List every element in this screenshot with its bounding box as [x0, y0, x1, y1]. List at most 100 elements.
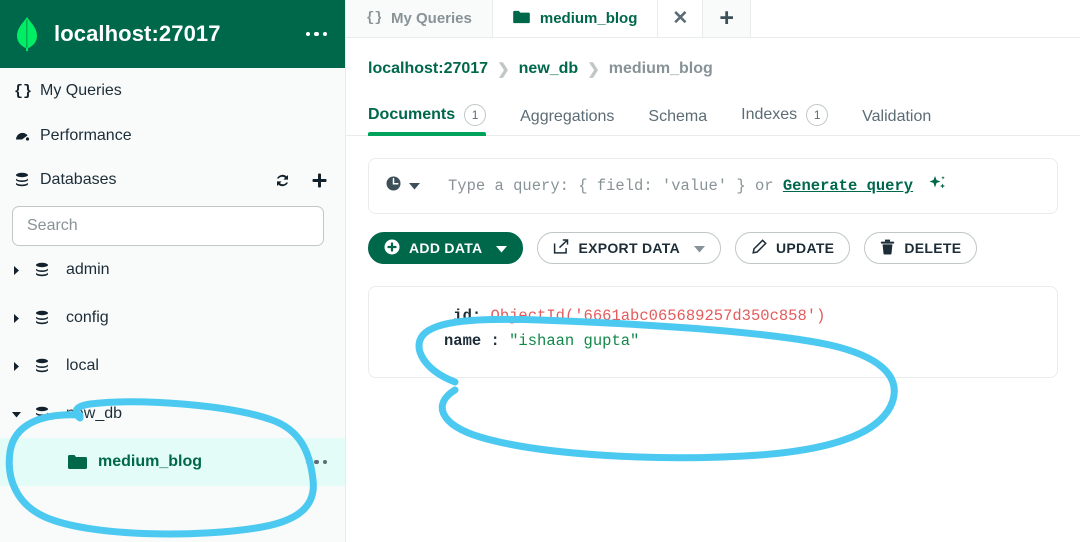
breadcrumb-item-connection[interactable]: localhost:27017 — [368, 60, 488, 78]
chevron-down-icon — [409, 177, 420, 195]
tab-indexes[interactable]: Indexes 1 — [741, 104, 848, 135]
sidebar-database-new-db[interactable]: new_db — [0, 390, 345, 438]
svg-text:{}: {} — [366, 10, 381, 24]
database-icon — [34, 406, 66, 422]
export-icon — [553, 238, 569, 258]
database-label: admin — [66, 261, 110, 278]
new-tab-plus-icon[interactable]: + — [703, 0, 751, 37]
tab-label: Aggregations — [520, 108, 615, 125]
query-placeholder-text: Type a query: { field: 'value' } or — [448, 177, 783, 195]
tab-label: Validation — [862, 108, 932, 125]
breadcrumb-item-database[interactable]: new_db — [519, 60, 579, 78]
connection-header: localhost:27017 — [0, 0, 345, 68]
action-toolbar: ADD DATA EXPORT DATA UPDATE DELETE — [346, 214, 1080, 264]
folder-icon — [513, 10, 530, 28]
tab-documents[interactable]: Documents 1 — [368, 104, 506, 136]
database-icon — [34, 262, 66, 278]
database-label: local — [66, 357, 99, 374]
chevron-right-icon[interactable] — [12, 361, 34, 371]
tab-label: Schema — [648, 108, 708, 125]
button-label: UPDATE — [776, 240, 835, 256]
tab-medium-blog[interactable]: medium_blog — [492, 0, 659, 37]
documents-count-badge: 1 — [464, 104, 487, 126]
search-container — [0, 202, 345, 246]
breadcrumb-separator-icon: ❯ — [497, 61, 510, 78]
tab-schema[interactable]: Schema — [648, 108, 727, 135]
database-icon — [14, 172, 40, 188]
button-label: ADD DATA — [409, 240, 483, 256]
button-label: EXPORT DATA — [578, 240, 680, 256]
chevron-down-icon — [694, 240, 705, 256]
sidebar-item-performance[interactable]: Performance — [0, 113, 345, 158]
databases-section-header: Databases — [0, 158, 345, 202]
pencil-icon — [751, 238, 767, 258]
indexes-count-badge: 1 — [806, 104, 829, 126]
sidebar-item-label: My Queries — [40, 81, 122, 99]
field-value: ObjectId('6661abc065689257d350c858') — [490, 307, 826, 325]
delete-button[interactable]: DELETE — [864, 232, 978, 264]
database-label: new_db — [66, 405, 123, 422]
main-panel: {} My Queries medium_blog ✕ + localhost:… — [346, 0, 1080, 542]
braces-icon: {} — [14, 82, 40, 99]
chevron-down-icon[interactable] — [12, 410, 34, 419]
query-bar[interactable]: Type a query: { field: 'value' } or Gene… — [368, 158, 1058, 214]
folder-icon — [68, 454, 98, 470]
collection-subtabs: Documents 1 Aggregations Schema Indexes … — [346, 96, 1080, 136]
sparkle-icon[interactable] — [919, 176, 947, 197]
database-label: config — [66, 309, 109, 326]
gauge-icon — [14, 129, 40, 142]
export-data-button[interactable]: EXPORT DATA — [537, 232, 721, 264]
query-history-button[interactable] — [385, 175, 420, 197]
plus-circle-icon — [384, 239, 400, 258]
collection-menu-ellipsis-icon[interactable] — [305, 459, 346, 465]
tab-bar: {} My Queries medium_blog ✕ + — [346, 0, 1080, 38]
chevron-down-icon — [496, 240, 508, 256]
trash-icon — [880, 239, 895, 258]
field-key: _id: — [444, 307, 482, 325]
tab-label: medium_blog — [539, 10, 638, 27]
braces-icon: {} — [366, 9, 383, 28]
breadcrumb: localhost:27017 ❯ new_db ❯ medium_blog — [346, 38, 1080, 78]
search-input[interactable] — [27, 217, 309, 235]
add-data-button[interactable]: ADD DATA — [368, 232, 524, 264]
sidebar-collection-medium-blog[interactable]: medium_blog — [0, 438, 345, 486]
query-input-placeholder[interactable]: Type a query: { field: 'value' } or Gene… — [448, 175, 1043, 197]
sidebar: localhost:27017 {} My Queries Performanc… — [0, 0, 346, 542]
clock-icon — [385, 175, 402, 197]
tab-label: Documents — [368, 106, 456, 123]
mongodb-leaf-icon — [17, 17, 37, 51]
refresh-icon[interactable] — [273, 171, 292, 190]
tab-label: Indexes — [741, 106, 798, 123]
document-field-id: _id: ObjectId('6661abc065689257d350c858'… — [444, 304, 1057, 329]
database-icon — [34, 358, 66, 374]
tab-my-queries[interactable]: {} My Queries — [346, 0, 493, 37]
chevron-right-icon[interactable] — [12, 313, 34, 323]
search-box[interactable] — [12, 206, 324, 246]
close-tab-icon[interactable]: ✕ — [658, 0, 704, 37]
sidebar-database-config[interactable]: config — [0, 294, 345, 342]
tab-validation[interactable]: Validation — [862, 108, 951, 135]
button-label: DELETE — [904, 240, 962, 256]
sidebar-item-label: Performance — [40, 126, 132, 144]
breadcrumb-separator-icon: ❯ — [587, 61, 600, 78]
mongodb-compass-window: localhost:27017 {} My Queries Performanc… — [0, 0, 1080, 542]
tab-label: My Queries — [391, 10, 472, 27]
collection-label: medium_blog — [98, 453, 203, 470]
generate-query-link[interactable]: Generate query — [783, 177, 913, 195]
chevron-right-icon[interactable] — [12, 265, 34, 275]
breadcrumb-item-collection: medium_blog — [608, 60, 713, 77]
databases-actions — [273, 171, 329, 190]
svg-text:{}: {} — [14, 83, 31, 99]
sidebar-database-admin[interactable]: admin — [0, 246, 345, 294]
document-card[interactable]: _id: ObjectId('6661abc065689257d350c858'… — [368, 286, 1058, 378]
update-button[interactable]: UPDATE — [735, 232, 851, 264]
database-icon — [34, 310, 66, 326]
sidebar-database-local[interactable]: local — [0, 342, 345, 390]
tab-aggregations[interactable]: Aggregations — [520, 108, 634, 135]
connection-menu-ellipsis-icon[interactable] — [304, 26, 330, 43]
document-field-name: name : "ishaan gupta" — [444, 329, 1057, 354]
databases-label: Databases — [40, 171, 117, 188]
add-database-plus-icon[interactable] — [310, 171, 329, 190]
sidebar-item-my-queries[interactable]: {} My Queries — [0, 68, 345, 113]
field-value: "ishaan gupta" — [509, 332, 640, 350]
